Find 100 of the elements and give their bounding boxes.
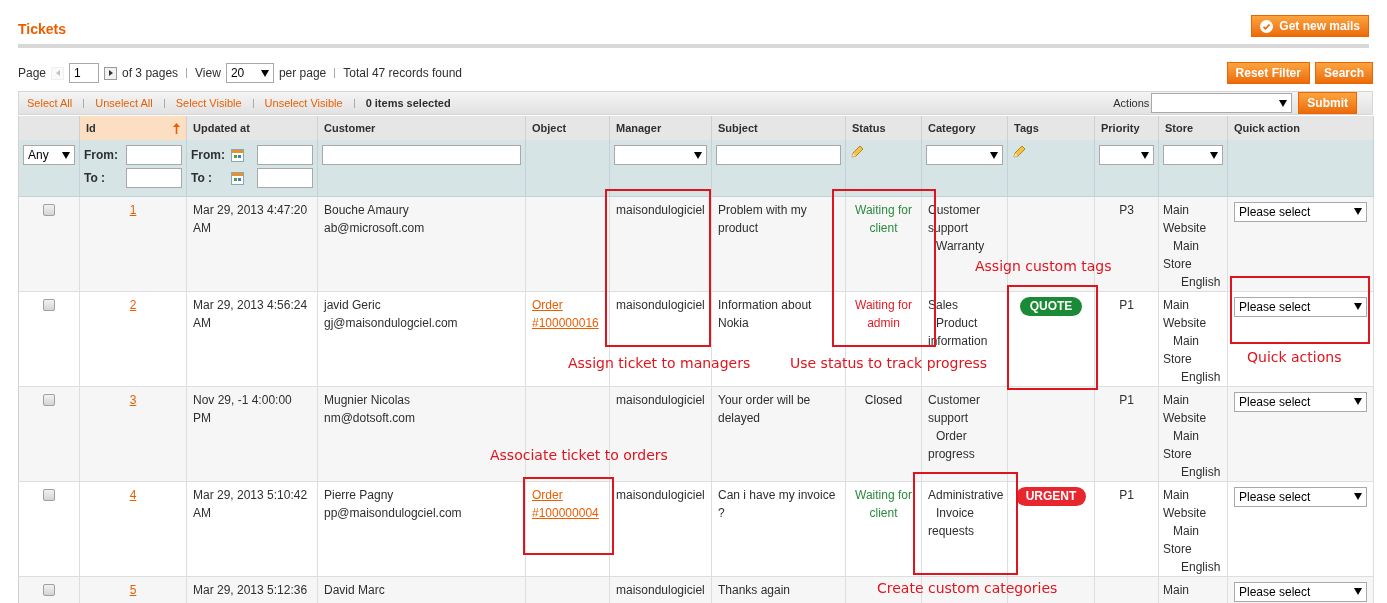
ticket-id-link[interactable]: 4 — [129, 487, 137, 502]
caret-icon — [1354, 398, 1362, 405]
row-checkbox[interactable] — [43, 393, 55, 406]
store-view: English — [1180, 463, 1222, 481]
actions-label: Actions — [1113, 95, 1150, 111]
row-checkbox[interactable] — [43, 298, 55, 311]
caret-icon — [1279, 99, 1288, 107]
store-website: Main Website — [1163, 486, 1208, 522]
column-header[interactable]: Quick action — [1227, 116, 1374, 140]
filter-field[interactable] — [716, 145, 841, 165]
column-header[interactable]: Id — [79, 116, 187, 140]
column-header[interactable]: Tags — [1007, 116, 1095, 140]
store-website: Main Website — [1163, 391, 1208, 427]
annotation-label: Associate ticket to orders — [490, 446, 668, 464]
filter-field[interactable] — [126, 145, 182, 165]
updated-date: Mar 29, 2013 5:12:36 — [193, 581, 309, 599]
column-header[interactable]: Customer — [317, 116, 526, 140]
page-label: Page — [18, 65, 47, 82]
filter-field[interactable] — [257, 145, 313, 165]
row-checkbox[interactable] — [43, 488, 55, 501]
column-header[interactable]: Priority — [1094, 116, 1159, 140]
manager-name: maisondulogiciel — [616, 581, 706, 599]
records-count: Total 47 records found — [343, 65, 462, 82]
ticket-subject: Information about Nokia — [718, 296, 813, 332]
filter-label: From: — [191, 147, 226, 164]
quick-action-dropdown[interactable]: Please select — [1234, 391, 1367, 412]
annotation-label: Assign ticket to managers — [568, 354, 751, 372]
ticket-subject: Thanks again — [718, 581, 792, 599]
caret-icon — [694, 151, 702, 159]
filter-field[interactable] — [126, 168, 182, 188]
store-website: Main Website — [1163, 296, 1208, 332]
quick-action-dropdown[interactable]: Please select — [1234, 581, 1367, 602]
row-checkbox[interactable] — [43, 203, 55, 216]
subcategory: Invoice requests — [928, 504, 976, 540]
caret-icon — [62, 151, 70, 159]
column-header[interactable]: Category — [921, 116, 1008, 140]
filter-dropdown[interactable] — [1163, 145, 1223, 165]
ticket-status: Waiting for client — [854, 486, 913, 522]
filter-label: To : — [191, 170, 214, 187]
store-website: Main Website — [1163, 201, 1208, 237]
store-name: Main Store — [1163, 427, 1200, 463]
page-number-field[interactable]: 1 — [69, 63, 100, 83]
column-header[interactable]: Store — [1158, 116, 1228, 140]
updated-date: Nov 29, -1 4:00:00 PM — [193, 391, 293, 427]
ticket-status: Waiting for admin — [854, 296, 913, 332]
caret-icon — [1354, 588, 1362, 595]
page-count: of 3 pages — [122, 65, 179, 82]
manager-name: maisondulogiciel — [616, 391, 706, 409]
filter-dropdown[interactable] — [1099, 145, 1154, 165]
per-page-dropdown[interactable]: 20 — [225, 63, 274, 83]
ticket-subject: Your order will be delayed — [718, 391, 812, 427]
filter-label: From: — [84, 147, 119, 164]
tag-badge: URGENT — [1015, 486, 1087, 506]
column-header[interactable]: Subject — [711, 116, 846, 140]
column-header[interactable]: Updated at — [186, 116, 318, 140]
next-icon — [108, 70, 113, 76]
filter-dropdown[interactable]: Any — [23, 145, 75, 165]
quick-action-dropdown[interactable]: Please select — [1234, 296, 1367, 317]
column-header[interactable]: Manager — [609, 116, 712, 140]
filter-field[interactable] — [257, 168, 313, 188]
view-label: View — [195, 65, 221, 82]
actions-dropdown[interactable] — [1151, 93, 1293, 113]
column-header[interactable]: Object — [525, 116, 610, 140]
priority: P1 — [1118, 391, 1135, 409]
per-page-label: per page — [278, 65, 327, 82]
customer-name: David Marc — [324, 581, 386, 599]
column-header[interactable]: Status — [845, 116, 922, 140]
store-view: English — [1180, 273, 1222, 291]
ticket-status: Waiting for client — [854, 201, 913, 237]
caret-icon — [1210, 151, 1218, 159]
pencil-icon — [1012, 145, 1026, 159]
customer-name: Pierre Pagny — [324, 486, 395, 504]
calendar-icon — [231, 148, 244, 162]
next-page-button[interactable] — [104, 66, 118, 80]
subcategory: Order progress — [928, 427, 976, 463]
category: Customer support — [928, 391, 981, 427]
previous-icon — [55, 70, 60, 76]
caret-icon — [990, 151, 998, 159]
filter-field[interactable] — [322, 145, 521, 165]
caret-icon — [1354, 208, 1362, 215]
ticket-subject: Can i have my invoice ? — [718, 486, 837, 522]
selected-count: 0 items selected — [365, 95, 451, 111]
row-checkbox[interactable] — [43, 583, 55, 596]
order-link[interactable]: Order #100000004 — [532, 485, 603, 522]
store-website: Main — [1163, 581, 1190, 599]
quick-action-dropdown[interactable]: Please select — [1234, 486, 1367, 507]
column-header[interactable] — [18, 116, 80, 140]
subcategory: Warranty — [935, 237, 986, 255]
manager-name: maisondulogiciel — [616, 201, 706, 219]
caret-icon — [1141, 151, 1149, 159]
page-title: Tickets — [18, 20, 66, 38]
tag-badge: QUOTE — [1019, 296, 1083, 316]
order-link[interactable]: Order #100000016 — [532, 295, 603, 332]
quick-action-dropdown[interactable]: Please select — [1234, 201, 1367, 222]
caret-icon — [1354, 493, 1362, 500]
annotation-label: Quick actions — [1247, 348, 1342, 366]
updated-date: Mar 29, 2013 5:10:42 AM — [193, 486, 309, 522]
manager-name: maisondulogiciel — [616, 296, 706, 314]
priority: P3 — [1118, 201, 1135, 219]
pencil-icon — [850, 145, 864, 159]
